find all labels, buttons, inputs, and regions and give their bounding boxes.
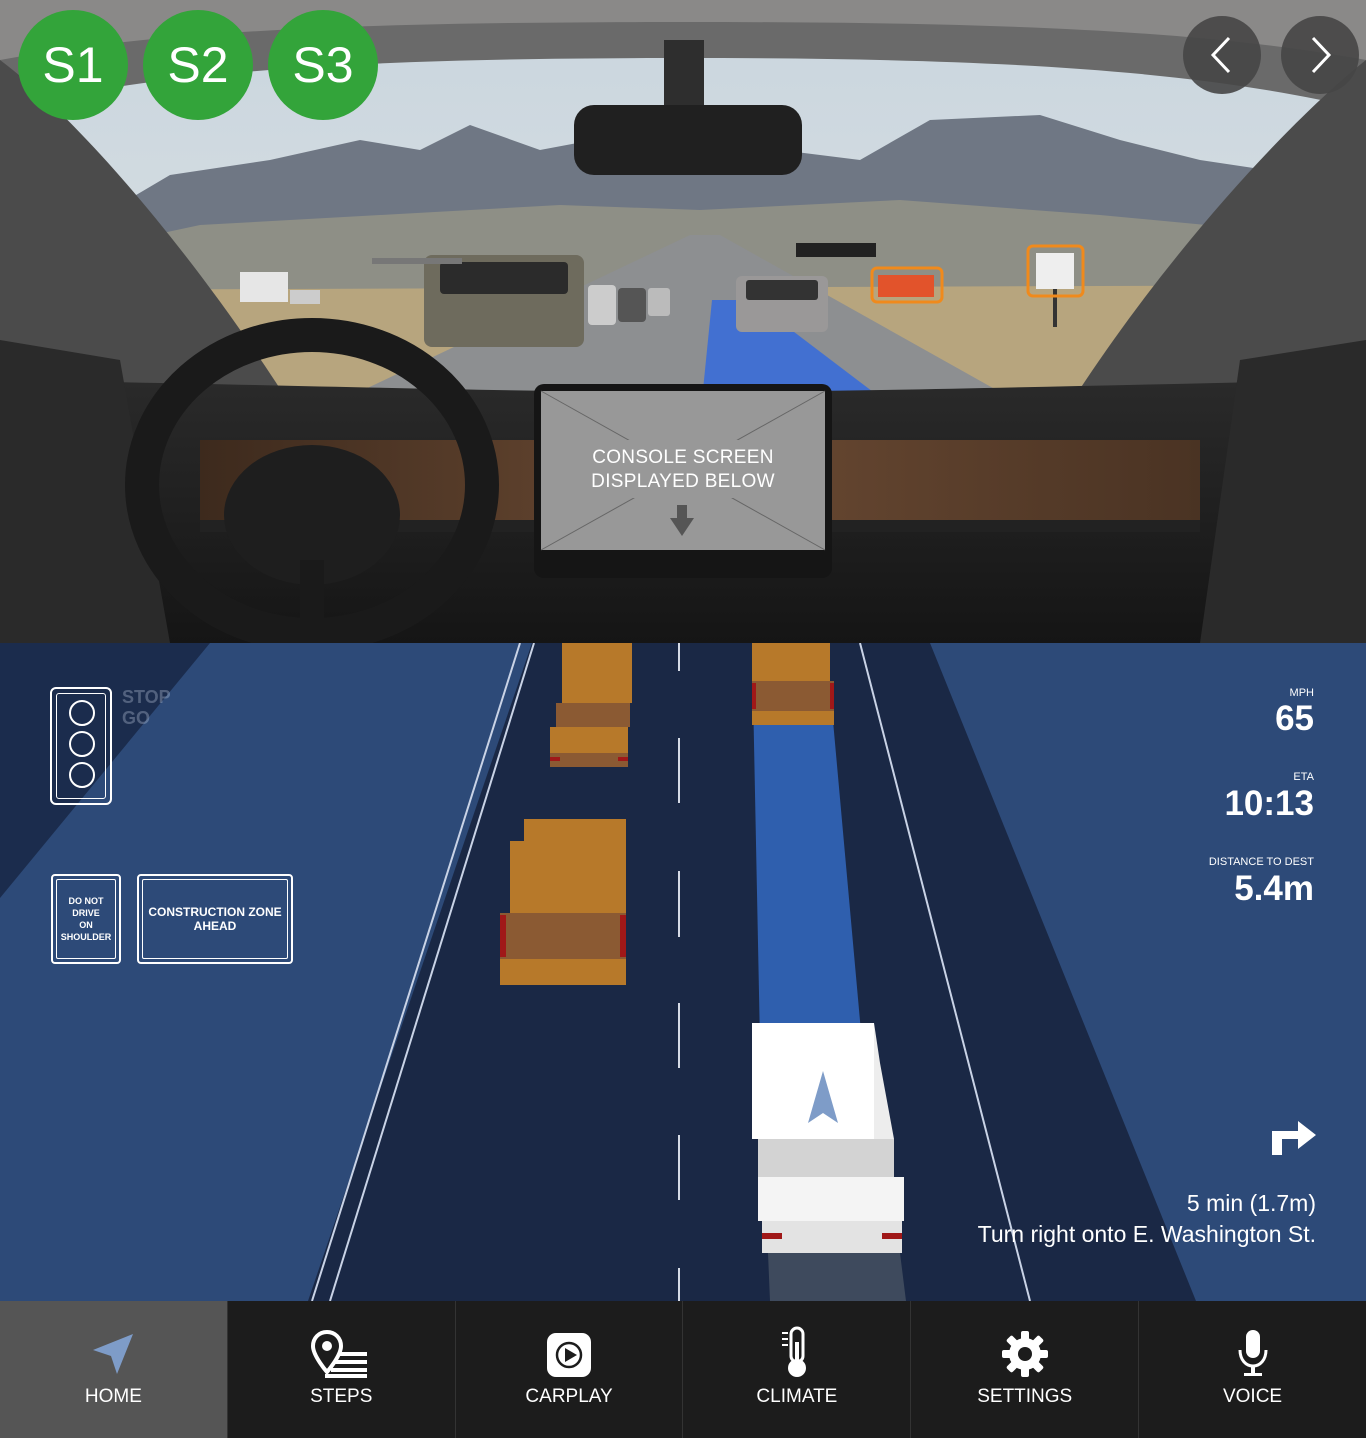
sign-shoulder-line3: ON <box>79 920 93 930</box>
distance-value: 5.4m <box>1234 869 1314 908</box>
carplay-icon <box>547 1333 592 1377</box>
traffic-light-bottom <box>69 762 95 788</box>
sign-construction-zone-ahead: CONSTRUCTION ZONE AHEAD <box>137 874 293 964</box>
nav-home[interactable]: HOME <box>0 1301 228 1438</box>
nav-carplay-label: CARPLAY <box>525 1386 613 1407</box>
traffic-light-stop-label: STOP <box>122 687 171 707</box>
thermometer-icon <box>781 1326 806 1377</box>
nav-carplay[interactable]: CARPLAY <box>456 1301 684 1438</box>
sign-construction-line1: CONSTRUCTION ZONE <box>148 905 282 919</box>
next-button[interactable] <box>1281 16 1359 94</box>
eta-value: 10:13 <box>1224 784 1314 823</box>
navigation-arrow-icon <box>93 1334 134 1374</box>
nav-settings-label: SETTINGS <box>977 1386 1073 1407</box>
sign-shoulder-line1: DO NOT <box>68 896 104 906</box>
chevron-right-icon <box>1311 36 1332 74</box>
nav-climate-label: CLIMATE <box>756 1386 838 1407</box>
camera-view: CONSOLE SCREEN DISPLAYED BELOW S1 S2 S3 <box>0 0 1366 643</box>
traffic-light-icon <box>50 687 112 805</box>
scene-button-s3[interactable]: S3 <box>268 10 378 120</box>
scene-button-s1[interactable]: S1 <box>18 10 128 120</box>
nav-climate[interactable]: CLIMATE <box>683 1301 912 1438</box>
console-screen: STOP GO DO NOT DRIVE ON SHOULDER CONSTRU… <box>0 643 1366 1301</box>
distance-label: DISTANCE TO DEST <box>1208 856 1314 868</box>
lane-visualization <box>0 643 1196 1301</box>
console-label-line2: DISPLAYED BELOW <box>591 471 775 492</box>
nav-steps[interactable]: STEPS <box>228 1301 456 1438</box>
chevron-left-icon <box>1210 36 1231 74</box>
console-label-line1: CONSOLE SCREEN <box>592 447 774 468</box>
sign-shoulder-line4: SHOULDER <box>60 932 112 942</box>
nav-voice[interactable]: VOICE <box>1139 1301 1366 1438</box>
console-screen-label: CONSOLE SCREEN DISPLAYED BELOW <box>548 446 818 494</box>
traffic-light-middle <box>69 731 95 757</box>
sign-construction-line2: AHEAD <box>193 919 237 933</box>
bottom-nav-bar: HOME STEPS CARPLAY CLIMATE SETTINGS VOIC… <box>0 1301 1366 1438</box>
scene-button-s2[interactable]: S2 <box>143 10 253 120</box>
speed-value: 65 <box>1275 699 1314 738</box>
nav-voice-label: VOICE <box>1222 1386 1283 1407</box>
microphone-icon <box>1238 1330 1268 1376</box>
nav-settings[interactable]: SETTINGS <box>911 1301 1140 1438</box>
traffic-light-go-label: GO <box>122 708 151 728</box>
direction-time: 5 min (1.7m) <box>1186 1190 1316 1216</box>
gear-icon <box>1001 1331 1048 1377</box>
eta-label: ETA <box>1293 771 1314 783</box>
steps-pin-list-icon <box>311 1330 368 1378</box>
turn-right-icon <box>1272 1121 1316 1155</box>
previous-button[interactable] <box>1183 16 1261 94</box>
nav-home-label: HOME <box>84 1386 142 1407</box>
nav-steps-label: STEPS <box>310 1386 373 1407</box>
direction-instruction: Turn right onto E. Washington St. <box>977 1221 1316 1247</box>
traffic-light-top <box>69 700 95 726</box>
speed-label: MPH <box>1289 687 1314 699</box>
sign-do-not-drive-on-shoulder: DO NOT DRIVE ON SHOULDER <box>51 874 121 964</box>
sign-shoulder-line2: DRIVE <box>72 908 100 918</box>
